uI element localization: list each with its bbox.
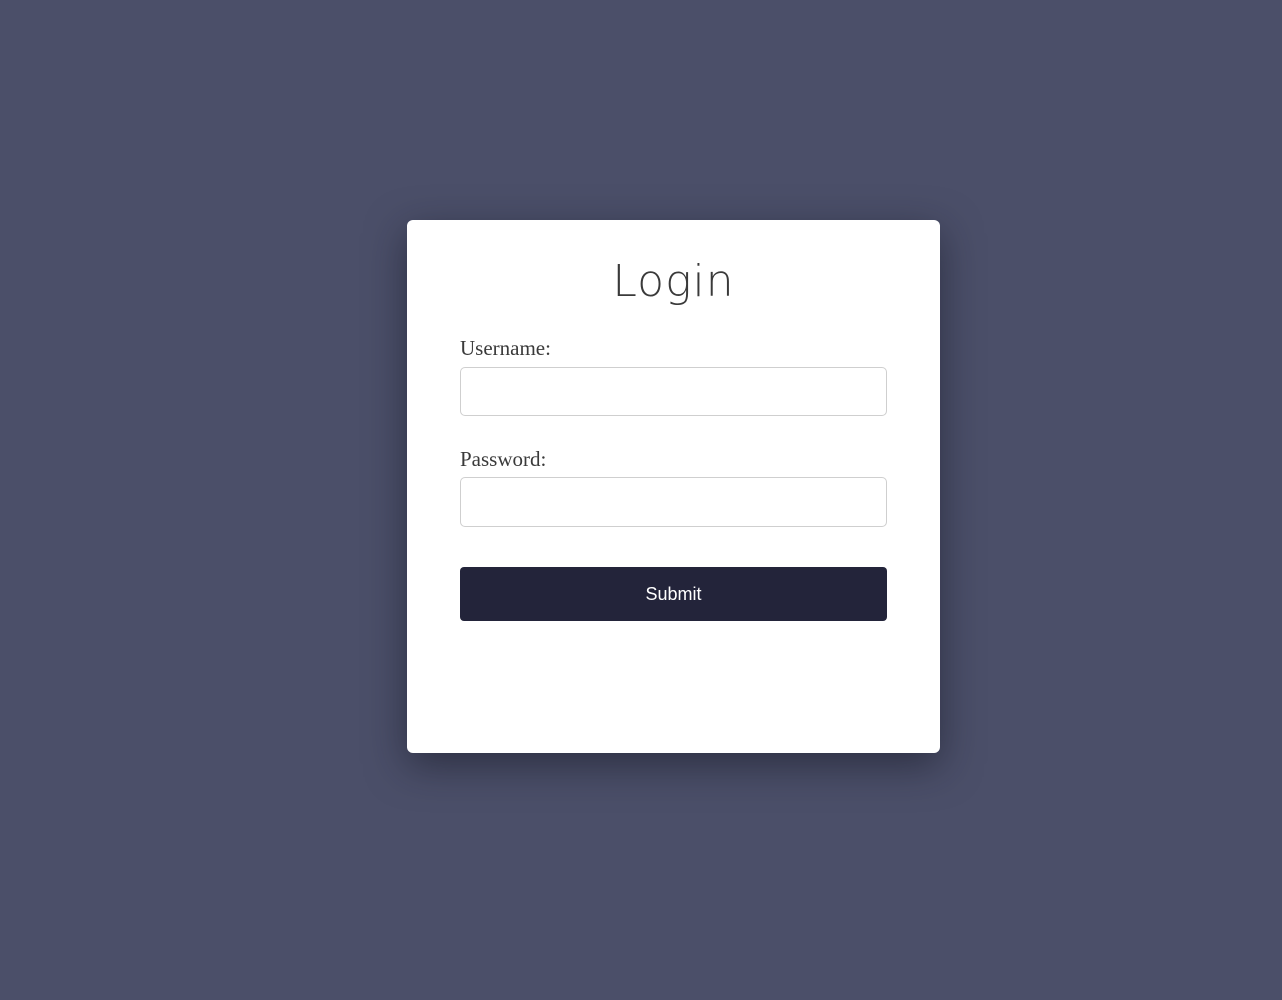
login-title: Login xyxy=(612,256,735,307)
password-input[interactable] xyxy=(460,477,887,527)
username-input[interactable] xyxy=(460,367,887,416)
submit-button[interactable]: Submit xyxy=(460,567,887,621)
username-label: Username: xyxy=(460,336,551,360)
login-card: Login Username: Password: Submit xyxy=(407,220,940,753)
password-label: Password: xyxy=(460,447,547,471)
